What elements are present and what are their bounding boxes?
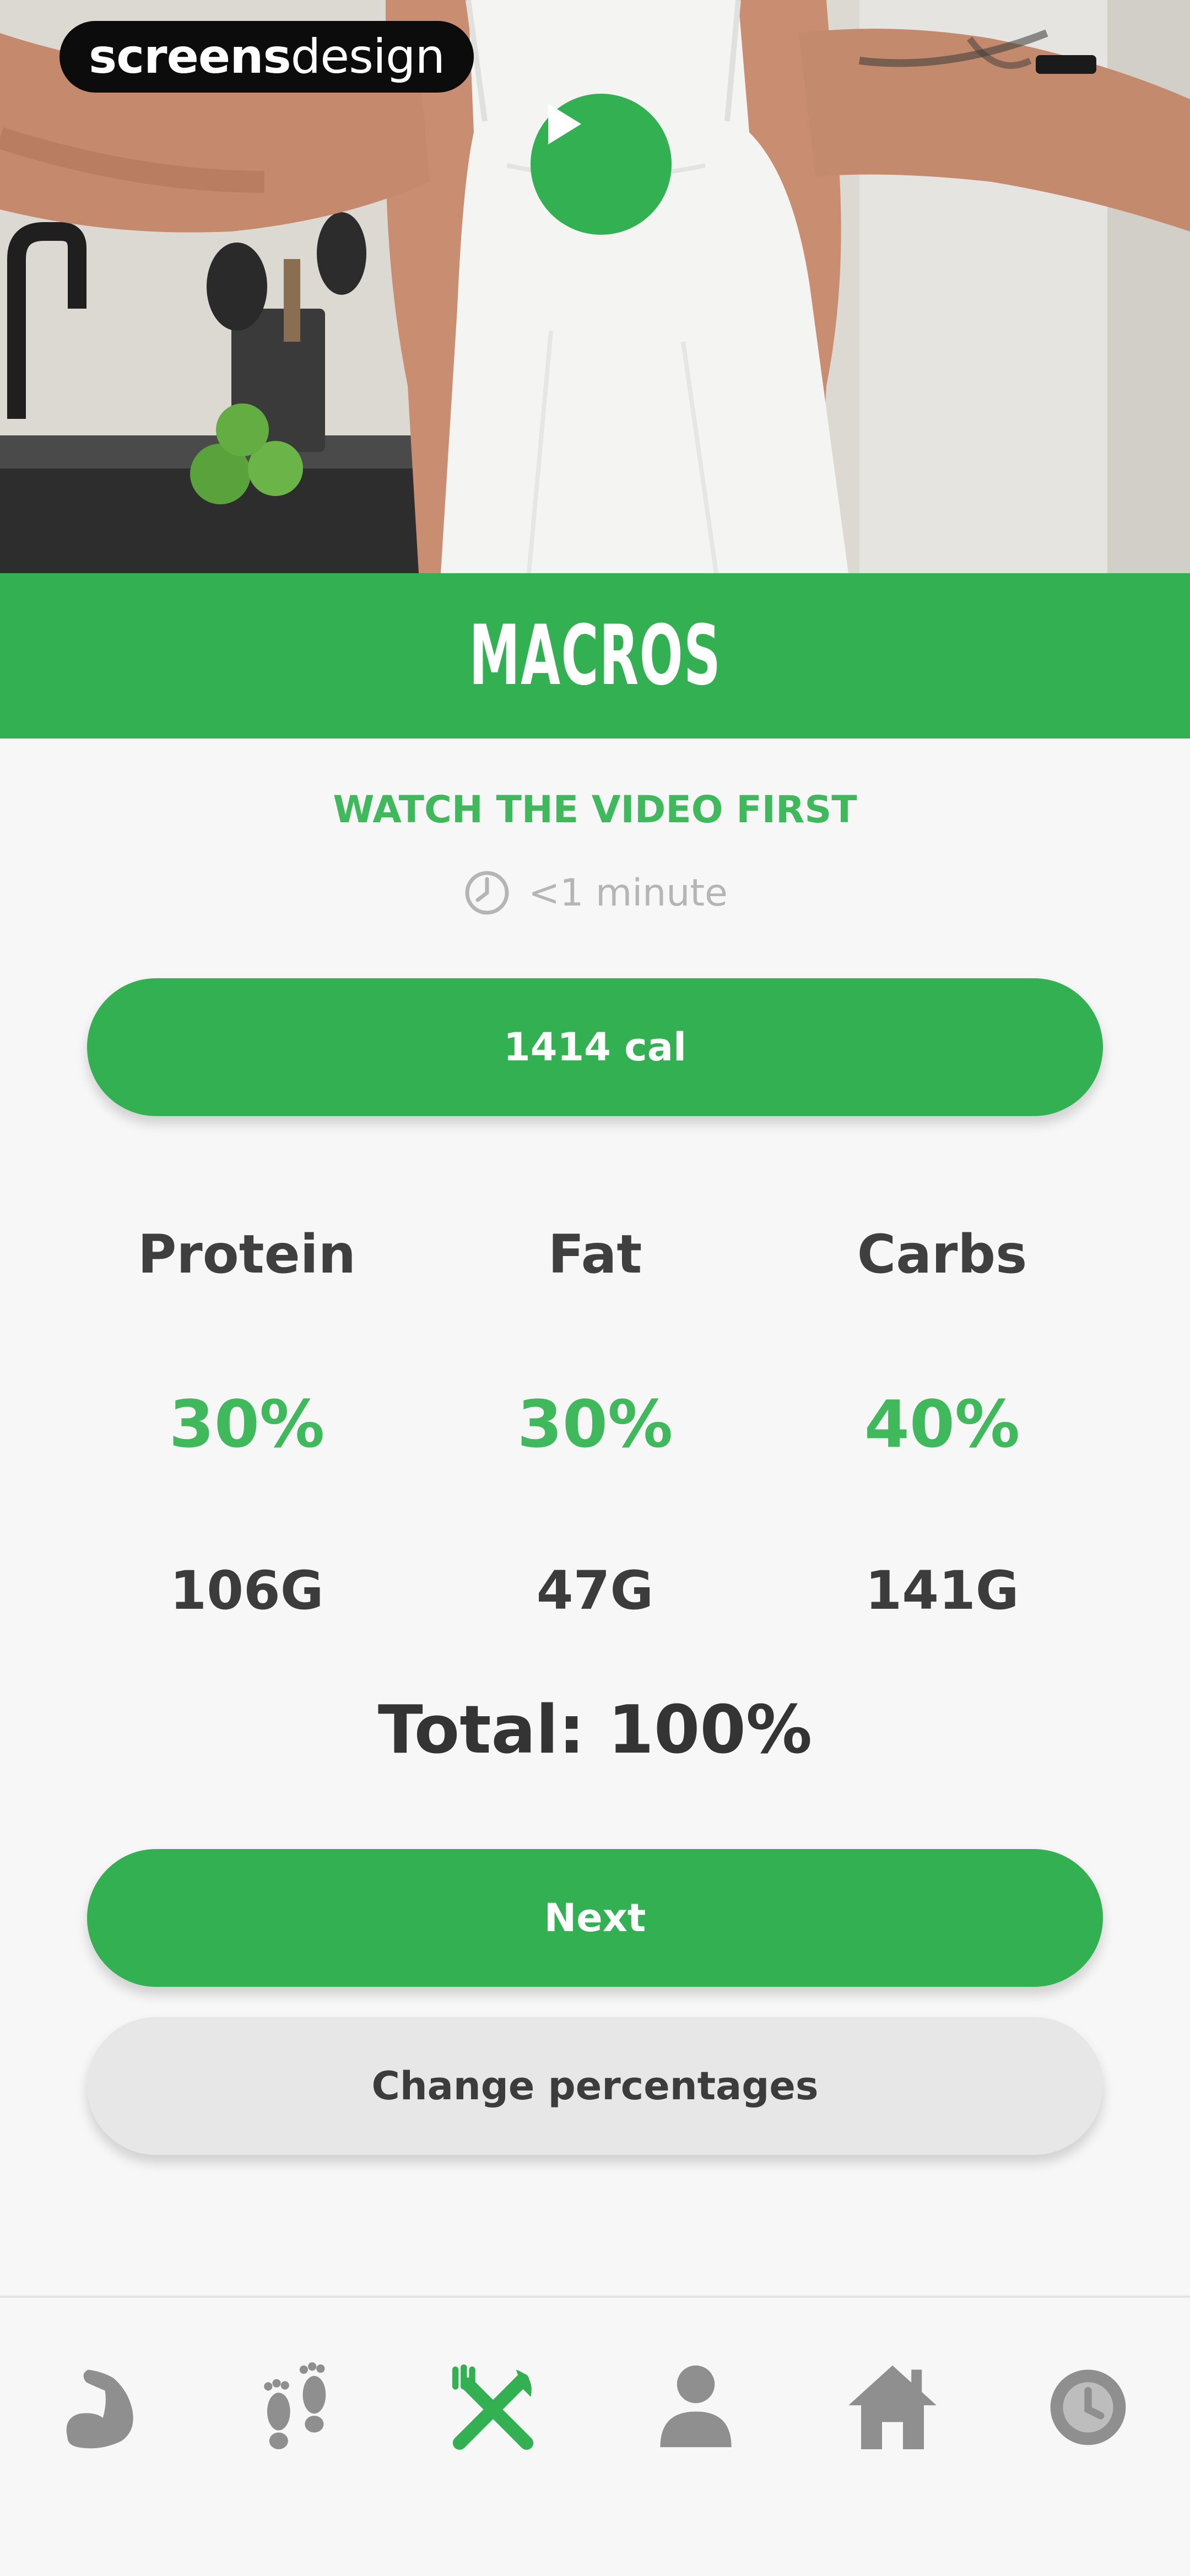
bicep-icon	[66, 2369, 133, 2449]
logo-light-text: design	[290, 29, 445, 84]
carbs-label: Carbs	[857, 1224, 1027, 1285]
hero-video[interactable]: screens design	[0, 0, 1190, 573]
nav-item-profile[interactable]	[643, 2355, 748, 2460]
nav-item-nutrition[interactable]	[441, 2355, 545, 2460]
fat-label: Fat	[548, 1224, 642, 1285]
logo-bold-text: screens	[89, 29, 291, 84]
clock-icon	[1050, 2369, 1126, 2445]
play-icon	[548, 104, 581, 144]
total-percentage: Total: 100%	[377, 1692, 813, 1769]
carbs-grams: 141G	[865, 1560, 1019, 1621]
play-button[interactable]	[531, 94, 672, 235]
screensdesign-logo: screens design	[60, 21, 474, 93]
footsteps-icon	[264, 2362, 326, 2449]
protein-grams: 106G	[170, 1560, 324, 1621]
macros-banner: MACROS	[0, 573, 1190, 739]
calories-pill: 1414 cal	[87, 978, 1103, 1116]
nav-item-home[interactable]	[840, 2355, 945, 2460]
watch-video-prompt: WATCH THE VIDEO FIRST	[333, 788, 857, 832]
home-icon	[848, 2365, 937, 2449]
video-duration-label: <1 minute	[528, 871, 728, 915]
bottom-nav	[0, 2295, 1190, 2576]
next-button[interactable]: Next	[87, 1849, 1103, 1987]
macros-screen: screens design MACROS WATCH THE VIDEO FIR…	[0, 0, 1190, 2576]
fork-knife-cross-icon	[452, 2364, 534, 2450]
person-icon	[660, 2365, 732, 2448]
fat-grams: 47G	[536, 1560, 654, 1621]
clock-icon	[465, 871, 509, 915]
nav-item-history[interactable]	[1036, 2355, 1140, 2460]
nav-item-steps[interactable]	[245, 2355, 350, 2460]
protein-percent: 30%	[169, 1386, 325, 1462]
fat-percent: 30%	[517, 1386, 673, 1462]
page-title: MACROS	[469, 608, 721, 704]
video-duration: <1 minute	[0, 868, 1190, 918]
protein-label: Protein	[138, 1224, 356, 1285]
nav-item-workouts[interactable]	[48, 2355, 153, 2460]
carbs-percent: 40%	[864, 1386, 1020, 1462]
change-percentages-button[interactable]: Change percentages	[87, 2017, 1103, 2155]
